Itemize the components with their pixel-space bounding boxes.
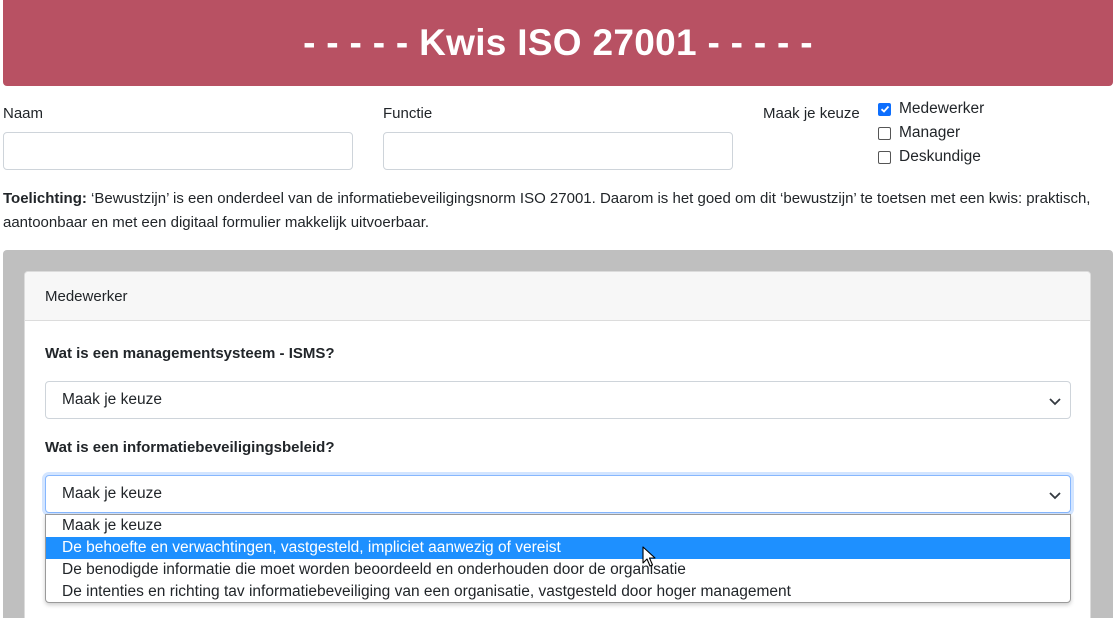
question-1-select[interactable]: Maak je keuze	[45, 381, 1071, 419]
name-input[interactable]	[3, 132, 353, 170]
function-label: Functie	[383, 105, 433, 122]
dropdown-option[interactable]: De intenties en richting tav informatieb…	[46, 581, 1070, 603]
role-option-manager[interactable]: Manager	[877, 121, 984, 145]
chevron-down-icon	[1049, 398, 1061, 406]
question-1-selected-value: Maak je keuze	[62, 391, 162, 408]
explanation-heading: Toelichting:	[3, 190, 87, 207]
question-2-dropdown-list: Maak je keuze De behoefte en verwachting…	[45, 514, 1071, 603]
role-checkbox-group: Medewerker Manager Deskundige	[877, 97, 984, 169]
question-1-label: Wat is een managementsysteem - ISMS?	[45, 345, 335, 362]
role-option-medewerker[interactable]: Medewerker	[877, 97, 984, 121]
explanation-body: ‘Bewustzijn’ is een onderdeel van de inf…	[3, 190, 1091, 231]
page-title: - - - - - Kwis ISO 27001 - - - - -	[303, 22, 813, 63]
question-2-select[interactable]: Maak je keuze	[45, 475, 1071, 513]
checkbox-medewerker[interactable]	[878, 102, 891, 116]
explanation-text: Toelichting: ‘Bewustzijn’ is een onderde…	[3, 187, 1113, 235]
dropdown-option[interactable]: De benodigde informatie die moet worden …	[46, 559, 1070, 581]
role-option-deskundige[interactable]: Deskundige	[877, 145, 984, 169]
dropdown-option-highlighted[interactable]: De behoefte en verwachtingen, vastgestel…	[46, 537, 1070, 559]
question-2-selected-value: Maak je keuze	[62, 485, 162, 502]
role-choice-label: Maak je keuze	[763, 105, 860, 122]
checkbox-manager[interactable]	[878, 126, 891, 140]
function-input[interactable]	[383, 132, 733, 170]
mouse-cursor-icon	[642, 546, 656, 567]
name-label: Naam	[3, 105, 44, 122]
chevron-down-icon	[1049, 492, 1061, 500]
checkbox-label-manager: Manager	[899, 124, 961, 141]
card-header: Medewerker	[25, 272, 1090, 321]
checkbox-deskundige[interactable]	[878, 150, 891, 164]
checkbox-label-medewerker: Medewerker	[899, 100, 985, 117]
checkmark-icon	[880, 105, 889, 113]
checkbox-label-deskundige: Deskundige	[899, 148, 981, 165]
page-header: - - - - - Kwis ISO 27001 - - - - -	[3, 0, 1113, 86]
question-2-label: Wat is een informatiebeveiligingsbeleid?	[45, 439, 335, 456]
dropdown-option[interactable]: Maak je keuze	[46, 515, 1070, 537]
